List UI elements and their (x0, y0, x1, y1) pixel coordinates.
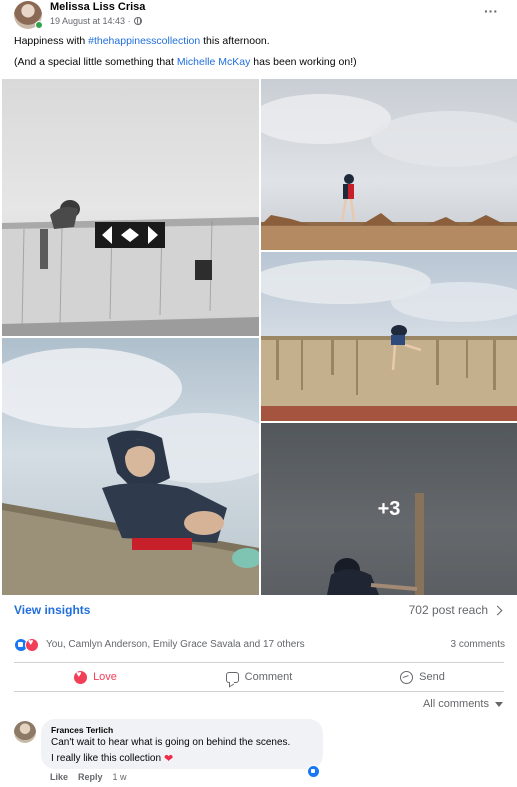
photo-1-image (2, 200, 259, 336)
post-text: Happiness with (14, 35, 86, 47)
mention-link[interactable]: Michelle McKay (177, 56, 251, 68)
photo-gallery: +3 (0, 77, 517, 595)
comments-filter-dropdown[interactable]: All comments (423, 698, 503, 710)
post-text-line-1: Happiness with #thehappinesscollection t… (14, 35, 270, 47)
gallery-photo-5[interactable]: +3 (261, 423, 517, 595)
love-label: Love (93, 671, 117, 683)
comment-text: I really like this collection (51, 753, 162, 764)
view-insights-link[interactable]: View insights (14, 603, 90, 617)
post-text: (And a special little something that (14, 56, 174, 68)
comment-actions: Like Reply 1 w (50, 772, 127, 782)
post-meta: 19 August at 14:43 · (50, 16, 142, 26)
photo-3-image (261, 260, 517, 421)
post-action-bar: Love Comment Send (14, 662, 504, 692)
send-button[interactable]: Send (341, 663, 504, 691)
comment-item: Frances Terlich Can't wait to hear what … (14, 719, 504, 787)
comment-reply-button[interactable]: Reply (78, 772, 103, 782)
chevron-right-icon (492, 605, 503, 615)
photo-4-image (2, 348, 259, 595)
comment-button[interactable]: Comment (177, 663, 341, 691)
messenger-icon (400, 670, 414, 684)
comment-like-button[interactable]: Like (50, 772, 68, 782)
post-header: Melissa Liss Crisa 19 August at 14:43 · … (0, 0, 517, 32)
reaction-icons[interactable] (14, 637, 44, 652)
gallery-photo-3[interactable] (261, 252, 517, 421)
post-text: has been working on!) (253, 56, 357, 68)
love-icon (74, 669, 88, 684)
comment-bubble: Frances Terlich Can't wait to hear what … (41, 719, 323, 769)
caret-down-icon (495, 701, 503, 707)
comment-count[interactable]: 3 comments (451, 639, 505, 650)
hashtag-link[interactable]: #thehappinesscollection (88, 35, 200, 47)
love-reaction-icon (25, 637, 39, 652)
gallery-photo-1[interactable] (2, 79, 259, 336)
reactors-list[interactable]: You, Camlyn Anderson, Emily Grace Savala… (46, 639, 305, 650)
post-text: this afternoon. (203, 35, 270, 47)
love-button[interactable]: Love (14, 663, 177, 691)
online-status-dot (35, 21, 43, 29)
gallery-photo-4[interactable] (2, 338, 259, 595)
commenter-name[interactable]: Frances Terlich (51, 725, 113, 735)
comment-text-line-1: Can't wait to hear what is going on behi… (51, 737, 291, 748)
comment-icon (225, 671, 239, 683)
comment-like-badge-icon[interactable] (307, 765, 320, 778)
post-text-line-2: (And a special little something that Mic… (14, 56, 357, 68)
post-reach-text: 702 post reach (408, 603, 488, 617)
globe-icon (133, 17, 142, 25)
heart-emoji-icon: ❤ (164, 753, 174, 765)
author-name[interactable]: Melissa Liss Crisa (50, 1, 145, 13)
photo-2-image (261, 94, 517, 250)
send-label: Send (419, 671, 445, 683)
comment-text-line-2: I really like this collection ❤ (51, 752, 173, 765)
comment-age[interactable]: 1 w (113, 772, 127, 782)
commenter-avatar[interactable] (14, 721, 36, 743)
insights-bar: View insights 702 post reach (0, 598, 517, 624)
post-timestamp[interactable]: 19 August at 14:43 · (50, 16, 131, 26)
comment-label: Comment (244, 671, 293, 683)
more-photos-count[interactable]: +3 (261, 423, 517, 595)
more-options-button[interactable]: ··· (478, 2, 504, 22)
post-reach-link[interactable]: 702 post reach (408, 603, 503, 617)
gallery-photo-2[interactable] (261, 79, 517, 250)
comments-filter-label: All comments (422, 698, 489, 710)
reactions-summary: You, Camlyn Anderson, Emily Grace Savala… (0, 634, 517, 656)
